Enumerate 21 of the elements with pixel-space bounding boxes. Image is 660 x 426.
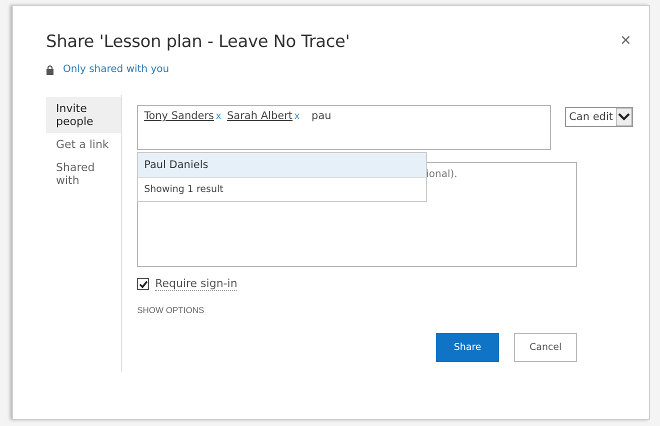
sidebar-item[interactable]: Shared with	[46, 156, 122, 192]
person-name[interactable]: Tony Sanders	[144, 110, 214, 122]
dialog-title: Share 'Lesson plan - Leave No Trace'	[46, 32, 350, 52]
close-button[interactable]: ×	[618, 30, 633, 51]
checkbox-label: Require sign-in	[155, 277, 238, 291]
cancel-button[interactable]: Cancel	[514, 333, 578, 362]
remove-person-button[interactable]: x	[294, 110, 300, 122]
show-options-link[interactable]: SHOW OPTIONS	[137, 305, 204, 315]
sidebar-item[interactable]: Get a link	[46, 133, 122, 156]
suggestion-item[interactable]: Paul Daniels	[138, 153, 426, 178]
remove-person-button[interactable]: x	[216, 110, 222, 122]
require-sign-in-checkbox[interactable]	[137, 278, 150, 290]
sidebar-item[interactable]: Invite people	[46, 97, 122, 133]
people-field[interactable]: Tony Sanders x Sarah Albert x pau	[137, 105, 552, 150]
share-button[interactable]: Share	[436, 333, 500, 362]
permission-dropdown[interactable]: Can edit	[565, 107, 633, 127]
chevron-down-icon	[616, 108, 632, 126]
person-name[interactable]: Sarah Albert	[227, 110, 293, 122]
sharing-status-link[interactable]: Only shared with you	[63, 64, 170, 75]
result-count: Showing 1 result	[143, 183, 224, 197]
lock-icon	[46, 64, 54, 74]
